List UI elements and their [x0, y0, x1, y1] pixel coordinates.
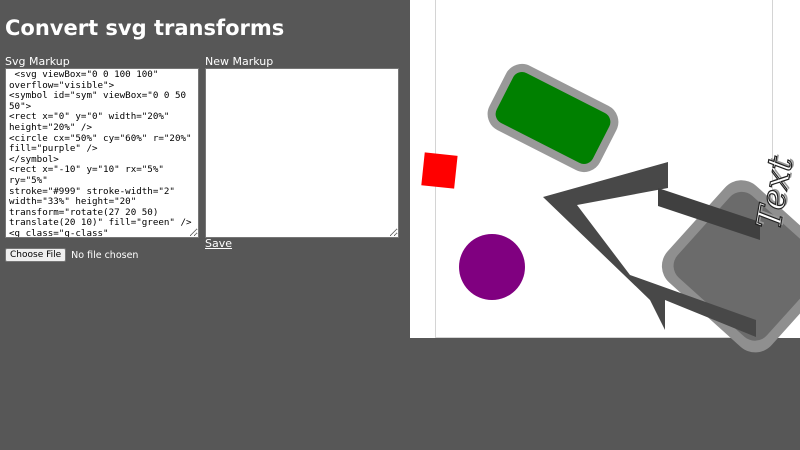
green-rounded-rect	[487, 63, 619, 173]
preview-canvas: Text Text	[421, 63, 800, 353]
new-markup-textarea[interactable]	[205, 68, 399, 238]
page-title: Convert svg transforms	[5, 16, 285, 40]
file-status-text: No file chosen	[71, 249, 139, 261]
save-link[interactable]: Save	[205, 237, 232, 250]
file-input[interactable]: Choose File No file chosen	[5, 248, 138, 262]
text-label-group: Text Text	[749, 152, 800, 233]
svg-markup-label: Svg Markup	[5, 55, 70, 68]
purple-circle	[459, 234, 525, 300]
red-square	[421, 152, 458, 189]
new-markup-label: New Markup	[205, 55, 274, 68]
svg-markup-textarea[interactable]	[5, 68, 199, 238]
choose-file-button[interactable]: Choose File	[5, 248, 67, 262]
